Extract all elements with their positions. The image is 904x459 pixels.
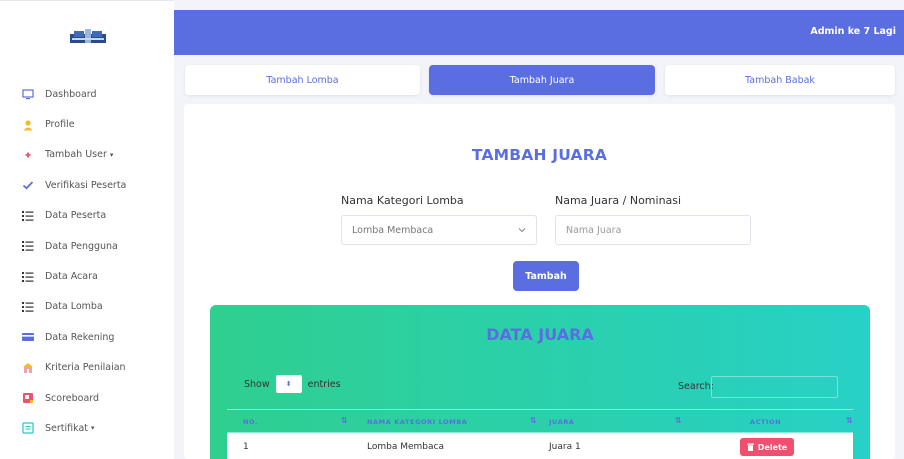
- sidebar-item-label: Dashboard: [45, 88, 97, 100]
- user-icon: [22, 119, 34, 131]
- list-icon: [22, 210, 34, 222]
- data-juara-panel: DATA JUARA Show ⬍ entries Search: NO. ⇅ …: [210, 305, 870, 459]
- monitor-icon: [22, 88, 34, 100]
- column-header-no[interactable]: NO.: [243, 418, 258, 426]
- cell-juara: Juara 1: [549, 442, 581, 452]
- form-title: TAMBAH JUARA: [471, 146, 608, 164]
- column-header-kategori[interactable]: NAMA KATEGORI LOMBA: [367, 418, 468, 426]
- sidebar-item-kriteria-penilaian[interactable]: Kriteria Penilaian: [0, 353, 174, 383]
- sidebar-item-tambah-user[interactable]: Tambah User ▾: [0, 140, 174, 170]
- sidebar-item-profile[interactable]: Profile: [0, 109, 174, 139]
- column-header-juara[interactable]: JUARA: [549, 418, 575, 426]
- cell-no: 1: [243, 442, 249, 452]
- building-icon: [22, 362, 34, 374]
- sidebar-item-verifikasi-peserta[interactable]: Verifikasi Peserta: [0, 170, 174, 200]
- sort-icon[interactable]: ⇅: [846, 416, 853, 425]
- sidebar: Dashboard Profile Tambah User ▾ Verifika…: [0, 0, 174, 459]
- search-input[interactable]: [711, 376, 838, 398]
- sort-icon[interactable]: ⇅: [341, 416, 348, 425]
- sidebar-item-label: Scoreboard: [45, 392, 100, 404]
- caret-down-icon: ▾: [109, 150, 114, 159]
- kategori-label: Nama Kategori Lomba: [341, 194, 464, 207]
- logo-icon[interactable]: [70, 29, 106, 43]
- search-label: Search:: [678, 381, 714, 392]
- table-row: 1 Lomba Membaca Juara 1 Delete: [227, 433, 853, 459]
- sidebar-item-label: Data Rekening: [45, 331, 115, 343]
- kategori-select[interactable]: Lomba Membaca: [341, 215, 537, 245]
- sidebar-nav: Dashboard Profile Tambah User ▾ Verifika…: [0, 79, 174, 444]
- sidebar-item-label: Data Pengguna: [45, 240, 118, 252]
- sidebar-item-dashboard[interactable]: Dashboard: [0, 79, 174, 109]
- juara-label: Nama Juara / Nominasi: [555, 194, 682, 207]
- sidebar-item-label: Tambah User: [45, 149, 107, 161]
- sidebar-item-data-acara[interactable]: Data Acara: [0, 261, 174, 291]
- sidebar-item-label: Data Peserta: [45, 210, 107, 222]
- sidebar-item-data-peserta[interactable]: Data Peserta: [0, 201, 174, 231]
- tab-tambah-juara[interactable]: Tambah Juara: [429, 65, 655, 95]
- show-entries: Show ⬍ entries: [244, 375, 341, 393]
- juara-input-placeholder: Nama Juara: [566, 224, 622, 236]
- sidebar-item-scoreboard[interactable]: Scoreboard: [0, 383, 174, 413]
- table-header: NO. ⇅ NAMA KATEGORI LOMBA ⇅ JUARA ⇅ ACTI…: [227, 409, 853, 433]
- cell-kategori: Lomba Membaca: [367, 442, 444, 452]
- admin-name[interactable]: Admin ke 7 Lagi: [810, 26, 896, 37]
- chevron-down-icon: [518, 225, 526, 236]
- board-icon: [22, 392, 34, 404]
- sidebar-item-sertifikat[interactable]: Sertifikat ▾: [0, 413, 174, 443]
- show-label: Show: [244, 378, 270, 390]
- sidebar-item-label: Profile: [45, 119, 75, 131]
- card-icon: [22, 331, 34, 343]
- sidebar-item-label: Data Lomba: [45, 301, 103, 313]
- entries-label: entries: [307, 378, 341, 390]
- column-header-action[interactable]: ACTION: [750, 418, 781, 426]
- list-icon: [22, 301, 34, 313]
- sidebar-item-label: Sertifikat: [45, 422, 89, 434]
- delete-label: Delete: [757, 442, 788, 452]
- juara-input[interactable]: Nama Juara: [555, 215, 751, 245]
- list-icon: [22, 240, 34, 252]
- sidebar-item-label: Kriteria Penilaian: [45, 362, 126, 374]
- updown-icon: ⬍: [285, 380, 292, 388]
- add-user-icon: [22, 149, 34, 161]
- sidebar-item-label: Verifikasi Peserta: [45, 179, 127, 191]
- sort-icon[interactable]: ⇅: [530, 416, 537, 425]
- tab-tambah-babak[interactable]: Tambah Babak: [665, 65, 895, 95]
- delete-button[interactable]: Delete: [740, 438, 794, 456]
- entries-select[interactable]: ⬍: [275, 375, 302, 393]
- panel-title: DATA JUARA: [486, 325, 594, 344]
- topbar: Admin ke 7 Lagi: [174, 10, 904, 55]
- caret-down-icon: ▾: [91, 424, 95, 433]
- certificate-icon: [22, 422, 34, 435]
- tambah-button[interactable]: Tambah: [513, 261, 579, 291]
- sidebar-item-label: Data Acara: [45, 271, 98, 283]
- check-icon: [22, 179, 34, 191]
- sidebar-item-data-pengguna[interactable]: Data Pengguna: [0, 231, 174, 261]
- list-icon: [22, 271, 34, 283]
- trash-icon: [746, 443, 754, 451]
- sidebar-item-data-rekening[interactable]: Data Rekening: [0, 322, 174, 352]
- sort-icon[interactable]: ⇅: [675, 416, 682, 425]
- tab-tambah-lomba[interactable]: Tambah Lomba: [185, 65, 420, 95]
- sidebar-item-data-lomba[interactable]: Data Lomba: [0, 292, 174, 322]
- kategori-select-value: Lomba Membaca: [352, 224, 434, 236]
